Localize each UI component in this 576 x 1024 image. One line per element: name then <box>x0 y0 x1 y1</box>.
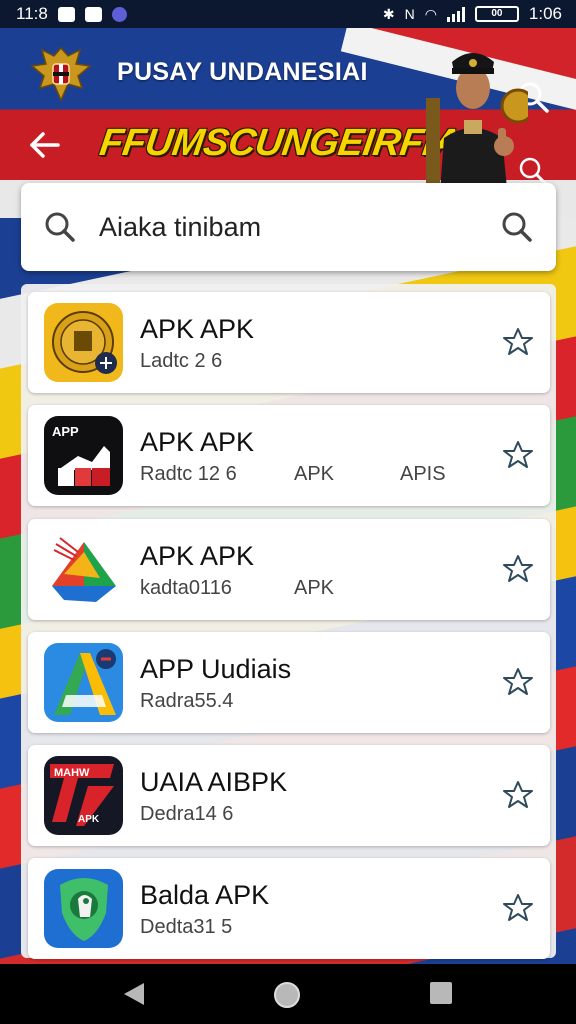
app-name: APK APK <box>140 314 255 344</box>
black-chart-app-icon: APP <box>44 416 123 495</box>
promo-headline: FFUMSCUNGEIRFIA <box>97 122 463 164</box>
app-meta: Dedta31 5 <box>140 916 233 938</box>
app-tag: APIS <box>400 463 446 485</box>
svg-text:APP: APP <box>52 424 79 439</box>
back-arrow-icon[interactable] <box>28 126 62 164</box>
list-item[interactable]: Balda APK Dedta31 5 <box>28 858 550 959</box>
triangle-logo-app-icon <box>44 530 123 609</box>
star-icon[interactable] <box>502 892 534 924</box>
list-item[interactable]: APP Uudiais Radra55.4 <box>28 632 550 733</box>
app-tag: APK <box>294 463 335 485</box>
search-icon <box>45 212 75 242</box>
search-submit-icon[interactable] <box>500 210 534 244</box>
red-slash-app-icon: MAHW APK <box>44 756 123 835</box>
gold-emblem-app-icon <box>44 303 123 382</box>
list-item[interactable]: MAHW APK UAIA AIBPK Dedra14 6 <box>28 745 550 846</box>
app-meta: Ladtc 2 6 <box>140 350 223 372</box>
recents-nav-icon[interactable] <box>428 980 454 1006</box>
message-notification-icon <box>84 6 102 22</box>
list-item[interactable]: APK APK Ladtc 2 6 <box>28 292 550 393</box>
list-item[interactable]: APP APK APK Radtc 12 6 APK APIS <box>28 405 550 506</box>
status-right: ✱ N ◠ 00 1:06 <box>383 4 562 24</box>
battery-icon: 00 <box>474 6 519 22</box>
star-icon[interactable] <box>502 666 534 698</box>
app-meta: Dedra14 6 <box>140 803 234 825</box>
app-list: APK APK Ladtc 2 6 APP APK APK Radtc 12 6… <box>21 284 556 959</box>
app-meta: Radra55.4 <box>140 690 234 712</box>
green-shield-app-icon <box>44 869 123 948</box>
back-nav-icon[interactable] <box>120 980 148 1008</box>
gallery-notification-icon <box>57 6 75 22</box>
app-tag: APK <box>294 577 335 599</box>
search-input[interactable] <box>97 210 500 244</box>
star-icon[interactable] <box>502 326 534 358</box>
app-meta: kadta0116 <box>140 577 232 599</box>
status-time-right: 1:06 <box>528 4 562 23</box>
status-bar: 11:8 ✱ N ◠ 00 1:06 <box>0 0 576 28</box>
secondary-search-icon[interactable] <box>518 156 548 186</box>
star-icon[interactable] <box>502 779 534 811</box>
app-name: Balda APK <box>140 880 270 910</box>
app-meta: Radtc 12 6 <box>140 463 237 485</box>
app-name: APK APK <box>140 541 255 571</box>
wifi-icon: ◠ <box>424 5 437 22</box>
list-item[interactable]: APK APK kadta0116 APK <box>28 519 550 620</box>
blue-a-app-icon <box>44 643 123 722</box>
home-nav-icon[interactable] <box>272 980 302 1010</box>
star-icon[interactable] <box>502 439 534 471</box>
svg-text:APK: APK <box>78 814 100 825</box>
signal-icon <box>446 6 465 22</box>
search-bar[interactable] <box>21 183 556 271</box>
app-name: UAIA AIBPK <box>140 767 288 797</box>
star-icon[interactable] <box>502 553 534 585</box>
svg-text:MAHW: MAHW <box>54 767 90 779</box>
app-name: APK APK <box>140 427 255 457</box>
bluetooth-icon: ✱ <box>382 5 395 22</box>
garuda-emblem-icon <box>30 46 92 102</box>
app-name: APP Uudiais <box>140 654 292 684</box>
system-nav-bar <box>0 964 576 1024</box>
status-time-left: 11:8 <box>16 4 48 23</box>
status-left: 11:8 <box>16 4 127 24</box>
app-title: PUSAY UNDANESIAI <box>117 58 368 86</box>
app-notification-icon <box>111 6 127 22</box>
nfc-icon: N <box>404 6 415 22</box>
